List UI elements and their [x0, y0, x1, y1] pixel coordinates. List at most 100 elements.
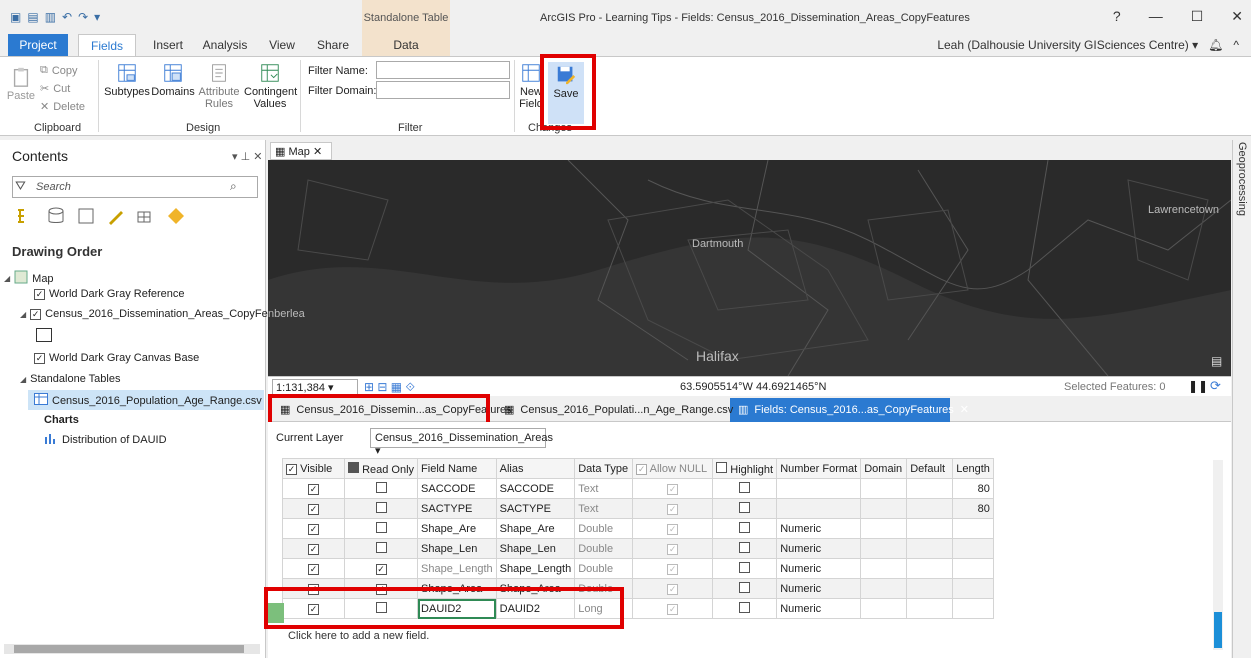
notification-icon[interactable]: 🔔︎ — [1208, 38, 1223, 52]
visible-checkbox[interactable]: ✓ — [308, 543, 319, 555]
read-only-checkbox[interactable] — [375, 541, 387, 553]
visibility-checkbox[interactable]: ✓ — [34, 352, 45, 364]
map-view[interactable]: Dartmouth Lawrencetown Halifax nberlea ▤ — [268, 160, 1231, 376]
tab-project[interactable]: Project — [8, 34, 68, 56]
visible-checkbox[interactable]: ✓ — [308, 503, 319, 515]
col-length[interactable]: Length — [952, 458, 994, 479]
maximize-button[interactable]: ☐ — [1191, 8, 1204, 25]
tree-layer-census[interactable]: ◢ ✓ Census_2016_Dissemination_Areas_Copy… — [20, 308, 283, 320]
alias-cell[interactable]: SACCODE — [495, 478, 576, 499]
table-row[interactable]: ✓ ✓ Shape_Length Shape_Length Double ✓ Numeric — [282, 558, 994, 579]
number-format-cell[interactable]: Numeric — [776, 518, 862, 539]
customize-toolbar-icon[interactable]: ▾ — [94, 10, 100, 24]
field-name-cell[interactable]: Shape_Are — [417, 518, 497, 539]
highlight-checkbox[interactable] — [739, 481, 751, 493]
col-allow-null[interactable]: ✓ Allow NULL — [632, 458, 714, 479]
visible-checkbox[interactable]: ✓ — [308, 523, 319, 535]
table-cell[interactable] — [343, 518, 419, 539]
filter-name-input[interactable] — [376, 61, 510, 79]
highlight-checkbox[interactable] — [739, 601, 751, 613]
data-type-cell[interactable]: Text — [574, 498, 634, 519]
visibility-checkbox[interactable]: ✓ — [34, 288, 45, 300]
data-type-cell[interactable]: Double — [574, 538, 634, 559]
expand-icon[interactable]: ◢ — [20, 310, 26, 319]
table-cell[interactable] — [343, 478, 419, 499]
attribute-rules-button[interactable]: Attribute Rules — [198, 62, 240, 110]
table-cell[interactable]: ✓ — [282, 518, 345, 539]
domain-cell[interactable] — [860, 558, 908, 579]
length-cell[interactable]: 80 — [952, 478, 994, 499]
number-format-cell[interactable]: Numeric — [776, 538, 862, 559]
tab-fields-view[interactable]: ▥ Fields: Census_2016...as_CopyFeatures … — [738, 403, 969, 417]
table-cell[interactable]: ✓ — [632, 478, 714, 499]
tree-standalone-tables[interactable]: ◢ Standalone Tables — [20, 373, 120, 385]
open-project-icon[interactable]: ▣ — [10, 10, 21, 24]
save-as-icon[interactable]: ▥ — [45, 10, 56, 24]
map-overview-icon[interactable]: ▤ — [1211, 354, 1222, 368]
table-cell[interactable] — [712, 518, 778, 539]
tree-chart-item[interactable]: Distribution of DAUID — [44, 432, 167, 447]
current-layer-select[interactable]: Census_2016_Dissemination_Areas ▾ — [370, 428, 553, 457]
filter-icon[interactable]: ⛛ — [15, 178, 26, 194]
default-cell[interactable] — [906, 578, 954, 599]
table-cell[interactable]: ✓ — [632, 558, 714, 579]
alias-cell[interactable]: Shape_Are — [495, 518, 576, 539]
length-cell[interactable] — [952, 598, 994, 619]
alias-cell[interactable]: SACTYPE — [495, 498, 576, 519]
close-button[interactable]: ✕ — [1231, 8, 1243, 25]
geoprocessing-tab[interactable]: Geoprocessing — [1236, 142, 1248, 216]
data-source-icon[interactable] — [46, 206, 66, 226]
length-cell[interactable] — [952, 518, 994, 539]
default-cell[interactable] — [906, 558, 954, 579]
number-format-cell[interactable] — [776, 478, 862, 499]
default-cell[interactable] — [906, 518, 954, 539]
field-name-cell[interactable]: SACCODE — [417, 478, 497, 499]
col-default[interactable]: Default — [906, 458, 954, 479]
table-cell[interactable]: ✓ — [632, 518, 714, 539]
col-data-type[interactable]: Data Type — [574, 458, 634, 479]
tab-fields[interactable]: Fields — [78, 34, 136, 56]
tree-layer-canvas[interactable]: ✓ World Dark Gray Canvas Base — [34, 352, 199, 364]
pause-icon[interactable]: ❚❚ — [1188, 379, 1208, 393]
col-visible[interactable]: ✓ Visible — [282, 458, 345, 479]
tab-share[interactable]: Share — [312, 34, 354, 56]
table-cell[interactable] — [712, 578, 778, 599]
drawing-order-icon[interactable] — [16, 206, 36, 226]
table-row[interactable]: ✓ SACCODE SACCODE Text ✓ 80 — [282, 478, 994, 499]
save-project-icon[interactable]: ▤ — [27, 10, 38, 24]
read-only-checkbox[interactable] — [375, 521, 387, 533]
undo-icon[interactable]: ↶ — [62, 10, 72, 24]
add-field-row[interactable]: Click here to add a new field. — [288, 630, 429, 642]
editing-icon[interactable] — [106, 206, 126, 226]
tab-insert[interactable]: Insert — [146, 34, 190, 56]
table-row[interactable]: ✓ Shape_Len Shape_Len Double ✓ Numeric — [282, 538, 994, 559]
table-cell[interactable] — [712, 598, 778, 619]
domains-button[interactable]: Domains — [150, 62, 196, 98]
table-cell[interactable]: ✓ — [632, 498, 714, 519]
close-tab-icon[interactable]: ✕ — [960, 403, 969, 416]
table-cell[interactable]: ✓ — [282, 498, 345, 519]
allow-null-checkbox[interactable]: ✓ — [667, 583, 679, 595]
tab-csv-table[interactable]: ▦ Census_2016_Populati...n_Age_Range.csv — [504, 403, 733, 417]
table-row[interactable]: ✓ Shape_Are Shape_Are Double ✓ Numeric — [282, 518, 994, 539]
scrollbar-thumb[interactable] — [1214, 612, 1222, 648]
visible-checkbox[interactable]: ✓ — [308, 563, 319, 575]
tree-map[interactable]: ◢ Map — [4, 270, 54, 287]
coordinate-readout[interactable]: 63.5905514°W 44.6921465°N — [680, 381, 826, 393]
highlight-checkbox[interactable] — [739, 581, 751, 593]
read-only-checkbox[interactable] — [375, 481, 387, 493]
domain-cell[interactable] — [860, 538, 908, 559]
default-cell[interactable] — [906, 498, 954, 519]
length-cell[interactable]: 80 — [952, 498, 994, 519]
table-cell[interactable] — [343, 538, 419, 559]
highlight-checkbox[interactable] — [739, 501, 751, 513]
allow-null-checkbox[interactable]: ✓ — [667, 563, 679, 575]
visibility-checkbox[interactable]: ✓ — [30, 308, 42, 320]
allow-null-checkbox[interactable]: ✓ — [667, 523, 679, 535]
allow-null-checkbox[interactable]: ✓ — [667, 543, 679, 555]
search-icon[interactable]: ⌕ — [230, 179, 237, 194]
data-type-cell[interactable]: Double — [574, 558, 634, 579]
number-format-cell[interactable] — [776, 498, 862, 519]
read-only-checkbox[interactable]: ✓ — [375, 563, 387, 575]
domain-cell[interactable] — [860, 578, 908, 599]
